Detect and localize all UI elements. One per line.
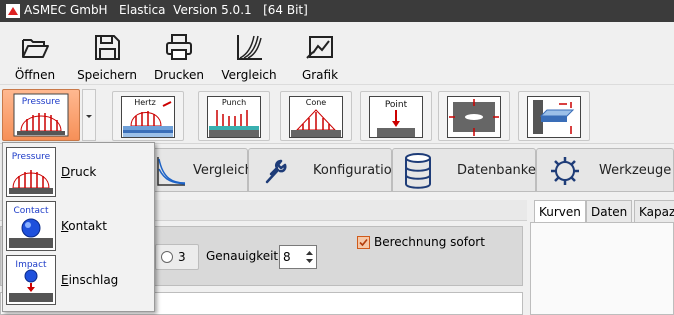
contact-item-icon: Contact	[6, 201, 56, 251]
save-label: Speichern	[77, 68, 137, 82]
curves-panel	[530, 222, 674, 315]
tab-compare[interactable]: Vergleich	[150, 148, 253, 192]
cone-model-button[interactable]: Cone	[280, 91, 352, 141]
app-icon	[6, 4, 20, 18]
impact-item-icon: Impact	[6, 255, 56, 305]
chevron-down-icon	[86, 115, 92, 118]
point-icon-text: Point	[385, 100, 408, 110]
open-label: Öffnen	[14, 68, 56, 82]
calc-immediately-checkbox[interactable]	[357, 236, 370, 249]
tab-tools-label: Werkzeuge	[599, 163, 672, 178]
layer-icon	[527, 96, 581, 138]
crack-icon	[447, 96, 501, 138]
model-dropdown-toggle[interactable]	[82, 89, 96, 141]
accuracy-value: 8	[283, 250, 291, 264]
spinner-arrows-icon[interactable]	[304, 248, 315, 266]
save-icon	[95, 35, 120, 60]
tab-data[interactable]: Daten	[586, 200, 633, 222]
accuracy-label: Genauigkeit	[206, 249, 279, 263]
save-button[interactable]: Speichern	[74, 26, 140, 82]
pressure-menu-icon: Pressure	[9, 152, 53, 194]
tab-configuration-label: Konfiguration	[313, 163, 400, 178]
open-button[interactable]: Öffnen	[6, 26, 64, 82]
punch-icon: Punch	[207, 96, 261, 138]
pressure-icon-text: Pressure	[22, 97, 61, 107]
contact-menu-icon: Contact	[9, 206, 53, 248]
compare-label: Vergleich	[221, 68, 277, 82]
embedded-crack-model-button[interactable]	[438, 91, 510, 141]
tab-configuration[interactable]: Konfiguration	[248, 148, 400, 192]
punch-icon-text: Punch	[222, 98, 246, 107]
menu-item-impact-label: Einschlag	[61, 273, 119, 287]
punch-model-button[interactable]: Punch	[198, 91, 270, 141]
menu-item-contact[interactable]: Contact Kontakt	[3, 199, 154, 253]
title-bar: ASMEC GmbH Elastica Version 5.0.1 [64 Bi…	[0, 0, 674, 22]
tab-databases[interactable]: Datenbanken	[392, 148, 544, 192]
right-panel: Kurven Daten Kapaz	[530, 200, 674, 315]
cone-icon-text: Cone	[306, 98, 327, 107]
hertz-model-button[interactable]: Hertz	[112, 91, 184, 141]
pressure-icon: Pressure	[13, 93, 69, 137]
chart-icon	[306, 36, 333, 59]
point-icon: Point	[369, 96, 423, 138]
calc-immediately-label: Berechnung sofort	[374, 235, 485, 249]
folder-open-icon	[22, 39, 49, 58]
graphic-label: Grafik	[301, 68, 339, 82]
menu-item-pressure[interactable]: Pressure Druck	[3, 145, 154, 199]
wrench-icon	[265, 159, 287, 184]
model-dropdown-menu: Pressure Druck Contact Kontakt Impact Ei…	[2, 142, 155, 312]
layer-model-button[interactable]	[518, 91, 590, 141]
radio-option-3[interactable]: 3	[155, 244, 199, 270]
curves-compare-icon	[237, 35, 262, 60]
menu-item-contact-label: Kontakt	[61, 219, 107, 233]
pressure-item-icon: Pressure	[6, 147, 56, 197]
impact-menu-icon-text: Impact	[15, 260, 47, 270]
database-icon	[405, 153, 431, 189]
menu-item-pressure-label: Druck	[61, 165, 97, 179]
radio-circle[interactable]	[161, 251, 173, 263]
gear-icon	[551, 157, 579, 185]
tab-capacity[interactable]: Kapaz	[634, 200, 674, 222]
tab-compare-label: Vergleich	[193, 163, 253, 178]
window-title: ASMEC GmbH Elastica Version 5.0.1 [64 Bi…	[24, 3, 308, 17]
point-model-button[interactable]: Point	[360, 91, 432, 141]
accuracy-spinner[interactable]: 8	[279, 245, 317, 269]
cone-icon: Cone	[289, 96, 343, 138]
tab-tools[interactable]: Werkzeuge	[536, 148, 674, 192]
pressure-menu-icon-text: Pressure	[12, 152, 51, 162]
graphic-button[interactable]: Grafik	[292, 26, 348, 82]
main-toolbar: Öffnen Speichern Drucken Vergleich Grafi…	[0, 22, 674, 84]
menu-item-impact[interactable]: Impact Einschlag	[3, 253, 154, 307]
compare-button[interactable]: Vergleich	[218, 26, 280, 82]
pressure-model-button[interactable]: Pressure	[2, 89, 80, 141]
hertz-icon: Hertz	[121, 96, 175, 138]
printer-icon	[166, 34, 192, 60]
checkmark-icon	[359, 238, 368, 247]
contact-menu-icon-text: Contact	[13, 206, 48, 216]
print-label: Drucken	[154, 68, 204, 82]
tab-curves[interactable]: Kurven	[534, 200, 586, 222]
compare-curves-icon	[157, 157, 186, 186]
hertz-icon-text: Hertz	[134, 98, 156, 107]
model-toolbar: Pressure Hertz Punch Cone Point	[0, 84, 674, 143]
tab-databases-label: Datenbanken	[457, 163, 545, 178]
radio-option-label: 3	[178, 250, 186, 264]
impact-menu-icon: Impact	[9, 260, 53, 302]
print-button[interactable]: Drucken	[150, 26, 208, 82]
